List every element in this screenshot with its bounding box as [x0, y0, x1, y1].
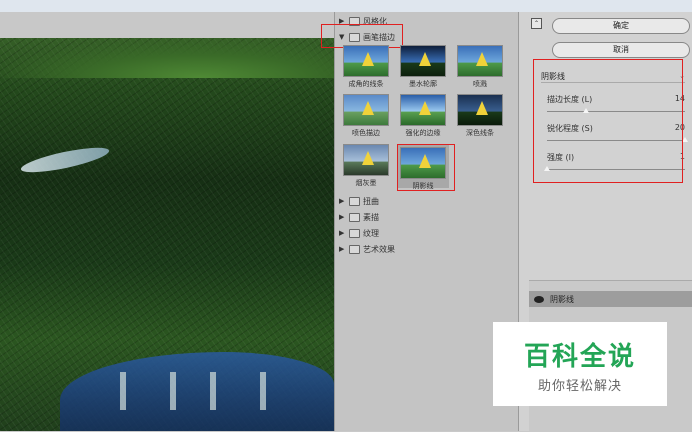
filter-thumbnail-image — [457, 94, 503, 126]
top-bar — [0, 0, 692, 12]
filter-thumbnail-image — [400, 147, 446, 179]
chevron-down-icon: ⌄ — [679, 72, 685, 80]
slider-knob[interactable] — [582, 108, 589, 113]
category-stylize[interactable]: ▶ 风格化 — [339, 15, 387, 27]
canvas-background — [0, 12, 334, 38]
filter-thumbnail-image — [457, 45, 503, 77]
category-label: 素描 — [363, 212, 379, 222]
param-value[interactable]: 1 — [680, 152, 685, 163]
category-label: 艺术效果 — [363, 244, 395, 254]
watermark-title: 百科全说 — [523, 342, 636, 372]
filter-thumb-angled-strokes[interactable]: 成角的线条 — [340, 45, 392, 89]
slider-knob[interactable] — [682, 137, 688, 142]
expand-arrow-icon: ▶ — [339, 213, 345, 221]
preview-hill — [0, 38, 334, 78]
category-texture[interactable]: ▶ 纹理 — [339, 227, 379, 239]
collapse-gallery-icon[interactable]: ⌃ — [531, 18, 542, 29]
preview-river-highlight — [19, 142, 111, 178]
expand-arrow-icon: ▶ — [339, 245, 345, 253]
category-brush-strokes[interactable]: ▼ 画笔描边 — [339, 31, 395, 43]
param-value[interactable]: 14 — [675, 94, 685, 105]
folder-icon — [349, 228, 360, 238]
param-sharpness: 锐化程度 (S) 20 — [547, 123, 688, 142]
cancel-button[interactable]: 取消 — [552, 42, 690, 58]
category-label: 扭曲 — [363, 196, 379, 206]
category-distort[interactable]: ▶ 扭曲 — [339, 195, 379, 207]
filter-thumbnail-image — [343, 144, 389, 176]
expand-arrow-icon: ▶ — [339, 197, 345, 205]
watermark-logo: 百科全说 助你轻松解决 — [493, 322, 667, 406]
filter-thumbnail-image — [400, 94, 446, 126]
effect-layer-row[interactable]: 阴影线 — [529, 291, 692, 307]
param-label: 锐化程度 (S) — [547, 124, 593, 133]
stroke-length-slider[interactable] — [547, 108, 685, 113]
category-label: 纹理 — [363, 228, 379, 238]
watermark-subtitle: 助你轻松解决 — [537, 379, 622, 394]
folder-icon — [349, 196, 360, 206]
folder-icon — [349, 16, 360, 26]
filter-thumb-dark-strokes[interactable]: 深色线条 — [454, 94, 506, 138]
folder-icon — [349, 212, 360, 222]
filter-thumbnail-image — [343, 45, 389, 77]
filter-preview-canvas[interactable] — [0, 12, 334, 431]
collapse-arrow-icon: ▼ — [339, 33, 345, 41]
category-artistic[interactable]: ▶ 艺术效果 — [339, 243, 395, 255]
category-sketch[interactable]: ▶ 素描 — [339, 211, 379, 223]
folder-icon — [349, 32, 360, 42]
filter-thumb-spatter[interactable]: 喷溅 — [454, 45, 506, 89]
filter-thumb-accented-edges[interactable]: 强化的边缘 — [397, 94, 449, 138]
folder-icon — [349, 244, 360, 254]
param-label: 强度 (I) — [547, 153, 575, 162]
param-value[interactable]: 20 — [675, 123, 685, 134]
filter-thumb-crosshatch[interactable]: 阴影线 — [397, 144, 449, 190]
filter-select-value: 阴影线 — [541, 71, 565, 81]
effect-layer-name: 阴影线 — [550, 294, 574, 304]
filter-gallery: ▶ 风格化 ▼ 画笔描边 成角的线条 墨水轮廓 喷溅 喷色描边 强化的边缘 深色… — [321, 12, 519, 431]
slider-knob[interactable] — [544, 166, 550, 171]
sharpness-slider[interactable] — [547, 137, 688, 142]
preview-river — [60, 352, 334, 431]
ok-button[interactable]: 确定 — [552, 18, 690, 34]
eye-icon[interactable] — [534, 295, 544, 303]
expand-arrow-icon: ▶ — [339, 17, 345, 25]
param-strength: 强度 (I) 1 — [544, 152, 685, 171]
category-label: 画笔描边 — [363, 32, 395, 42]
filter-thumbnail-image — [400, 45, 446, 77]
param-label: 描边长度 (L) — [547, 95, 593, 104]
category-label: 风格化 — [363, 16, 387, 26]
param-stroke-length: 描边长度 (L) 14 — [547, 94, 685, 113]
filter-thumb-sumi-e[interactable]: 烟灰墨 — [340, 144, 392, 188]
expand-arrow-icon: ▶ — [339, 229, 345, 237]
filter-select[interactable]: 阴影线 ⌄ — [541, 70, 685, 83]
filter-thumbnail-image — [343, 94, 389, 126]
filter-thumb-sprayed-strokes[interactable]: 喷色描边 — [340, 94, 392, 138]
strength-slider[interactable] — [544, 166, 685, 171]
filter-thumb-ink-outlines[interactable]: 墨水轮廓 — [397, 45, 449, 89]
